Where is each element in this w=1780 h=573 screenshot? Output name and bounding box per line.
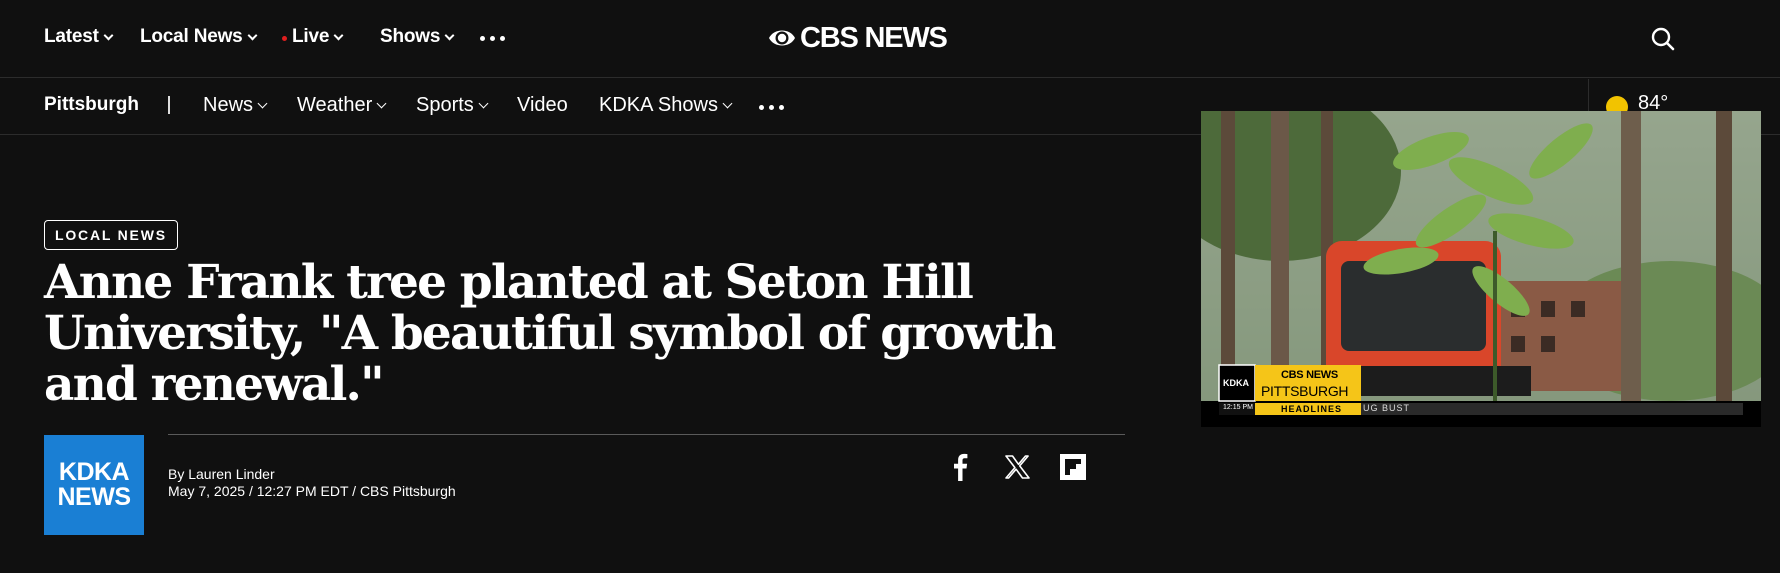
sub-nav-item-weather[interactable]: Weather (297, 94, 387, 117)
more-dots-icon[interactable] (480, 36, 505, 41)
sub-nav-item-sports[interactable]: Sports (416, 94, 489, 117)
city-label: Pittsburgh (44, 94, 139, 115)
nav-local-news-label: Local News (140, 26, 243, 47)
chevron-down-icon (103, 30, 114, 40)
chevron-down-icon (478, 98, 489, 109)
video-player[interactable]: KDKA CBS NEWS PITTSBURGH 12:15 PM HEADLI… (1201, 111, 1761, 427)
nav-shows[interactable]: Shows (380, 26, 455, 48)
flipboard-icon[interactable] (1058, 452, 1088, 482)
facebook-icon[interactable] (945, 452, 975, 482)
logo-text: CBS NEWS (800, 21, 948, 54)
sub-nav-item-label: KDKA Shows (599, 94, 718, 116)
author-name[interactable]: By Lauren Linder (168, 466, 456, 483)
cbs-eye-icon (769, 30, 795, 46)
category-label: LOCAL NEWS (55, 227, 167, 243)
article-dateline: May 7, 2025 / 12:27 PM EDT / CBS Pittsbu… (168, 483, 456, 499)
article-headline: Anne Frank tree planted at Seton Hill Un… (44, 255, 1057, 412)
video-bug-network: CBS NEWS (1281, 369, 1338, 381)
category-badge[interactable]: LOCAL NEWS (44, 220, 178, 250)
live-dot-icon (282, 35, 287, 41)
cbs-news-logo[interactable]: CBS NEWS (768, 21, 948, 54)
sub-nav-item-label: Weather (297, 94, 373, 116)
sub-nav-city[interactable]: Pittsburgh (44, 94, 139, 116)
chevron-down-icon (444, 30, 455, 40)
video-bug-segment: HEADLINES (1281, 404, 1343, 414)
chevron-down-icon (722, 98, 733, 109)
nav-latest[interactable]: Latest (44, 26, 114, 48)
sub-nav-item-video[interactable]: Video (517, 94, 568, 117)
sub-nav-item-label: Sports (416, 94, 474, 116)
sub-nav-item-label: News (203, 94, 254, 116)
sub-nav-separator (168, 96, 170, 114)
nav-local-news[interactable]: Local News (140, 26, 257, 48)
search-icon[interactable] (1650, 26, 1676, 52)
chevron-down-icon (247, 30, 257, 40)
chevron-down-icon (376, 98, 387, 109)
more-dots-icon[interactable] (759, 105, 784, 110)
kdka-logo-line1: KDKA (58, 458, 130, 486)
nav-live-label: Live (292, 26, 330, 47)
byline-divider (168, 434, 1125, 435)
nav-shows-label: Shows (380, 26, 441, 47)
video-bug-city: PITTSBURGH (1261, 383, 1349, 399)
video-bug-station: KDKA (1223, 378, 1249, 388)
sub-nav-item-news[interactable]: News (203, 94, 268, 117)
nav-live[interactable]: Live (282, 26, 344, 48)
x-icon[interactable] (1002, 452, 1032, 482)
sub-nav-item-kdka-shows[interactable]: KDKA Shows (599, 94, 733, 117)
chevron-down-icon (257, 98, 268, 109)
kdka-news-logo[interactable]: KDKA NEWS (44, 435, 144, 535)
kdka-logo-line2: NEWS (57, 483, 132, 511)
chevron-down-icon (333, 30, 344, 40)
video-ticker-text: UG BUST (1363, 403, 1411, 413)
nav-latest-label: Latest (44, 26, 99, 47)
byline: By Lauren Linder May 7, 2025 / 12:27 PM … (168, 466, 456, 500)
video-bug-time: 12:15 PM (1223, 404, 1253, 411)
top-nav: Latest Local News Live Shows CBS NEWS (0, 0, 1780, 78)
sub-nav-item-label: Video (517, 94, 568, 116)
